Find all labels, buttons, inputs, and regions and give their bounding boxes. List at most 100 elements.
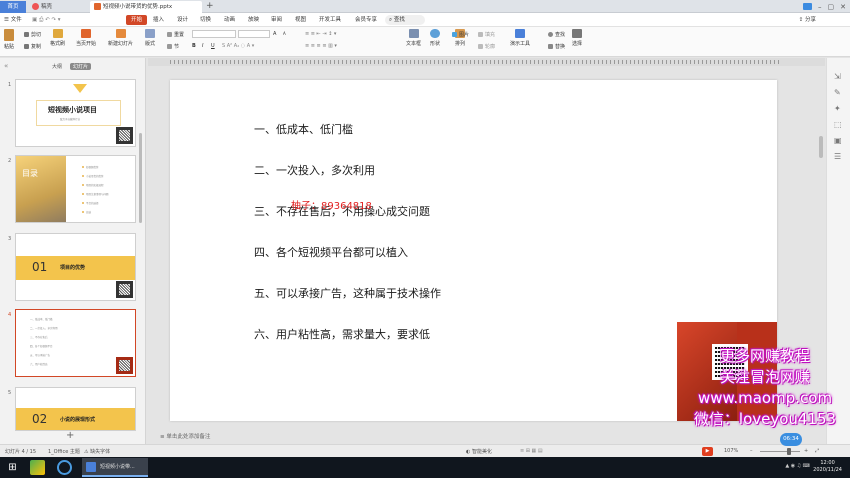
- fill-label: 填充: [485, 32, 496, 38]
- tab-outline[interactable]: 大纲: [52, 63, 62, 70]
- image-icon[interactable]: ▣: [834, 136, 842, 145]
- find-button[interactable]: 查找: [548, 31, 565, 38]
- menu-insert[interactable]: 插入: [153, 15, 164, 25]
- tab-document[interactable]: 短视频小说带货的优势.pptx: [90, 1, 202, 13]
- property-icon[interactable]: ⇲: [834, 72, 841, 81]
- presentation-tools-button[interactable]: 演示工具: [510, 29, 530, 47]
- font-shrink-button[interactable]: A: [283, 31, 286, 36]
- canvas-scroll-thumb[interactable]: [819, 136, 823, 158]
- fill-button[interactable]: 填充: [478, 31, 495, 38]
- menu-file[interactable]: ☰ 文件: [4, 15, 22, 25]
- menu-developer[interactable]: 开发工具: [319, 15, 341, 25]
- align-group[interactable]: ≡ ≡ ≡ ≡ ▥ ▾: [305, 43, 337, 49]
- notes-area[interactable]: ≡ 单击此处添加备注: [148, 431, 825, 443]
- font-size-select[interactable]: [238, 30, 270, 38]
- sliders-icon[interactable]: ☰: [834, 152, 841, 161]
- menu-design[interactable]: 设计: [177, 15, 188, 25]
- close-icon[interactable]: ✕: [840, 3, 846, 11]
- slide-line-5[interactable]: 五、可以承接广告，这种属于技术操作: [254, 285, 441, 301]
- layout-button[interactable]: 版式: [145, 29, 155, 47]
- window-controls: – ▢ ✕: [803, 0, 850, 13]
- bold-button[interactable]: B: [192, 43, 196, 49]
- slide-thumbnail-1[interactable]: 短视频小说项目 致力于自媒体行业: [15, 79, 136, 147]
- smart-beautify-button[interactable]: ◐ 智能美化: [466, 448, 492, 455]
- section-button[interactable]: 节: [167, 43, 179, 50]
- taskbar-clock[interactable]: 12:00 2020/11/24: [813, 460, 842, 474]
- slide-thumbnail-4[interactable]: 一、低成本、低门槛 二、一次投入，多次利用 三、不存在售后 四、各个短视频平台 …: [15, 309, 136, 377]
- replace-button[interactable]: 替换: [548, 43, 565, 50]
- menu-animation[interactable]: 动画: [224, 15, 235, 25]
- play-slideshow-button[interactable]: ▶: [702, 447, 713, 456]
- skin-icon[interactable]: [803, 3, 812, 10]
- slide-counter: 幻灯片 4 / 15: [5, 449, 36, 455]
- tab-slides[interactable]: 幻灯片: [70, 63, 92, 70]
- notes-toggle-icon[interactable]: ≡ ⊞ ▦ ▤: [520, 448, 543, 454]
- italic-button[interactable]: I: [202, 43, 203, 49]
- textbox-button[interactable]: 文本框: [406, 29, 421, 47]
- thumb-image-block: [16, 156, 66, 222]
- slide-thumbnail-3[interactable]: 01 项目的优势: [15, 233, 136, 301]
- share-button[interactable]: ⇪ 分享: [799, 15, 816, 23]
- start-menu-icon[interactable]: ⊞: [5, 460, 20, 475]
- menu-member[interactable]: 会员专享: [355, 15, 377, 25]
- tab-document-label: 短视频小说带货的优势.pptx: [103, 4, 173, 10]
- format-painter-icon: [52, 29, 63, 38]
- thumb-item: 项目的实操流程: [86, 184, 104, 187]
- select-pane-icon[interactable]: ⬚: [834, 120, 842, 129]
- slide-thumbnail-5[interactable]: 02 小说的展现形式: [15, 387, 136, 431]
- section-icon: [167, 44, 172, 49]
- collapse-panel-icon[interactable]: «: [4, 62, 8, 70]
- font-grow-button[interactable]: A: [273, 31, 276, 37]
- add-slide-button[interactable]: +: [66, 430, 74, 441]
- menu-slideshow[interactable]: 放映: [248, 15, 259, 25]
- missing-font-button[interactable]: ⚠ 缺失字体: [84, 448, 110, 455]
- select-button[interactable]: 选择: [572, 29, 582, 47]
- slide-line-1[interactable]: 一、低成本、低门槛: [254, 121, 353, 137]
- browser-icon[interactable]: [57, 460, 72, 475]
- zoom-slider-knob[interactable]: [787, 448, 791, 455]
- fit-window-icon[interactable]: ⤢: [815, 448, 819, 454]
- reset-button[interactable]: 重置: [167, 31, 184, 38]
- font-grow-label: A: [273, 31, 277, 37]
- menu-transition[interactable]: 切换: [200, 15, 211, 25]
- menu-review[interactable]: 审阅: [271, 15, 282, 25]
- paragraph-group[interactable]: ≡ ≡ ⇤ ⇥ ↕ ▾: [305, 31, 336, 37]
- slide-line-6[interactable]: 六、用户粘性高，需求量大，要求低: [254, 326, 430, 342]
- brush-icon[interactable]: ✎: [834, 88, 841, 97]
- menu-start[interactable]: 开始: [126, 15, 148, 25]
- outline-button[interactable]: 轮廓: [478, 43, 495, 50]
- animation-icon[interactable]: ✦: [834, 104, 841, 113]
- from-current-button[interactable]: 当页开始: [76, 29, 96, 47]
- format-painter-button[interactable]: 格式刷: [50, 29, 65, 47]
- taskbar-wps-app[interactable]: 短视频小说带...: [82, 458, 148, 477]
- slide-line-4[interactable]: 四、各个短视频平台都可以植入: [254, 244, 408, 260]
- thumbnail-scrollbar[interactable]: [139, 133, 142, 223]
- underline-button[interactable]: U: [211, 43, 215, 49]
- media-player-icon[interactable]: [30, 460, 45, 475]
- search-box[interactable]: ⌕ 查找: [385, 15, 425, 25]
- picture-button[interactable]: 图片: [452, 31, 469, 38]
- thumb-title: 短视频小说项目: [48, 106, 97, 114]
- shape-button[interactable]: 形状: [430, 29, 440, 47]
- copy-button[interactable]: 复制: [24, 43, 41, 50]
- cut-button[interactable]: 剪切: [24, 31, 41, 38]
- slide-thumbnail-2[interactable]: 目录 短视频优势 小说带货的优势 项目的实操流程 项目注意事项与问题 平台的选择…: [15, 155, 136, 223]
- minimize-icon[interactable]: –: [818, 3, 822, 11]
- zoom-in-icon[interactable]: +: [804, 448, 808, 454]
- quick-access-toolbar[interactable]: ▣ ⎙ ↶ ↷ ▾: [32, 15, 61, 25]
- new-slide-button[interactable]: 新建幻灯片: [108, 29, 133, 47]
- menu-view[interactable]: 视图: [295, 15, 306, 25]
- find-icon: [548, 32, 553, 37]
- font-family-select[interactable]: [192, 30, 236, 38]
- thumb-line: 四、各个短视频平台: [30, 345, 53, 348]
- tab-draw[interactable]: 稿壳: [28, 1, 86, 13]
- zoom-out-icon[interactable]: –: [750, 448, 753, 454]
- zoom-slider-track[interactable]: [760, 451, 800, 452]
- new-tab-button[interactable]: +: [206, 1, 214, 12]
- system-tray[interactable]: ▲ ◉ ♫ ⌨: [785, 463, 810, 469]
- text-effects-group[interactable]: S A² A₂ ◌ A ▾: [222, 43, 254, 49]
- paste-button[interactable]: 粘贴: [4, 29, 14, 50]
- slide-line-2[interactable]: 二、一次投入，多次利用: [254, 162, 375, 178]
- maximize-icon[interactable]: ▢: [828, 3, 835, 11]
- tab-home[interactable]: 首页: [0, 1, 26, 13]
